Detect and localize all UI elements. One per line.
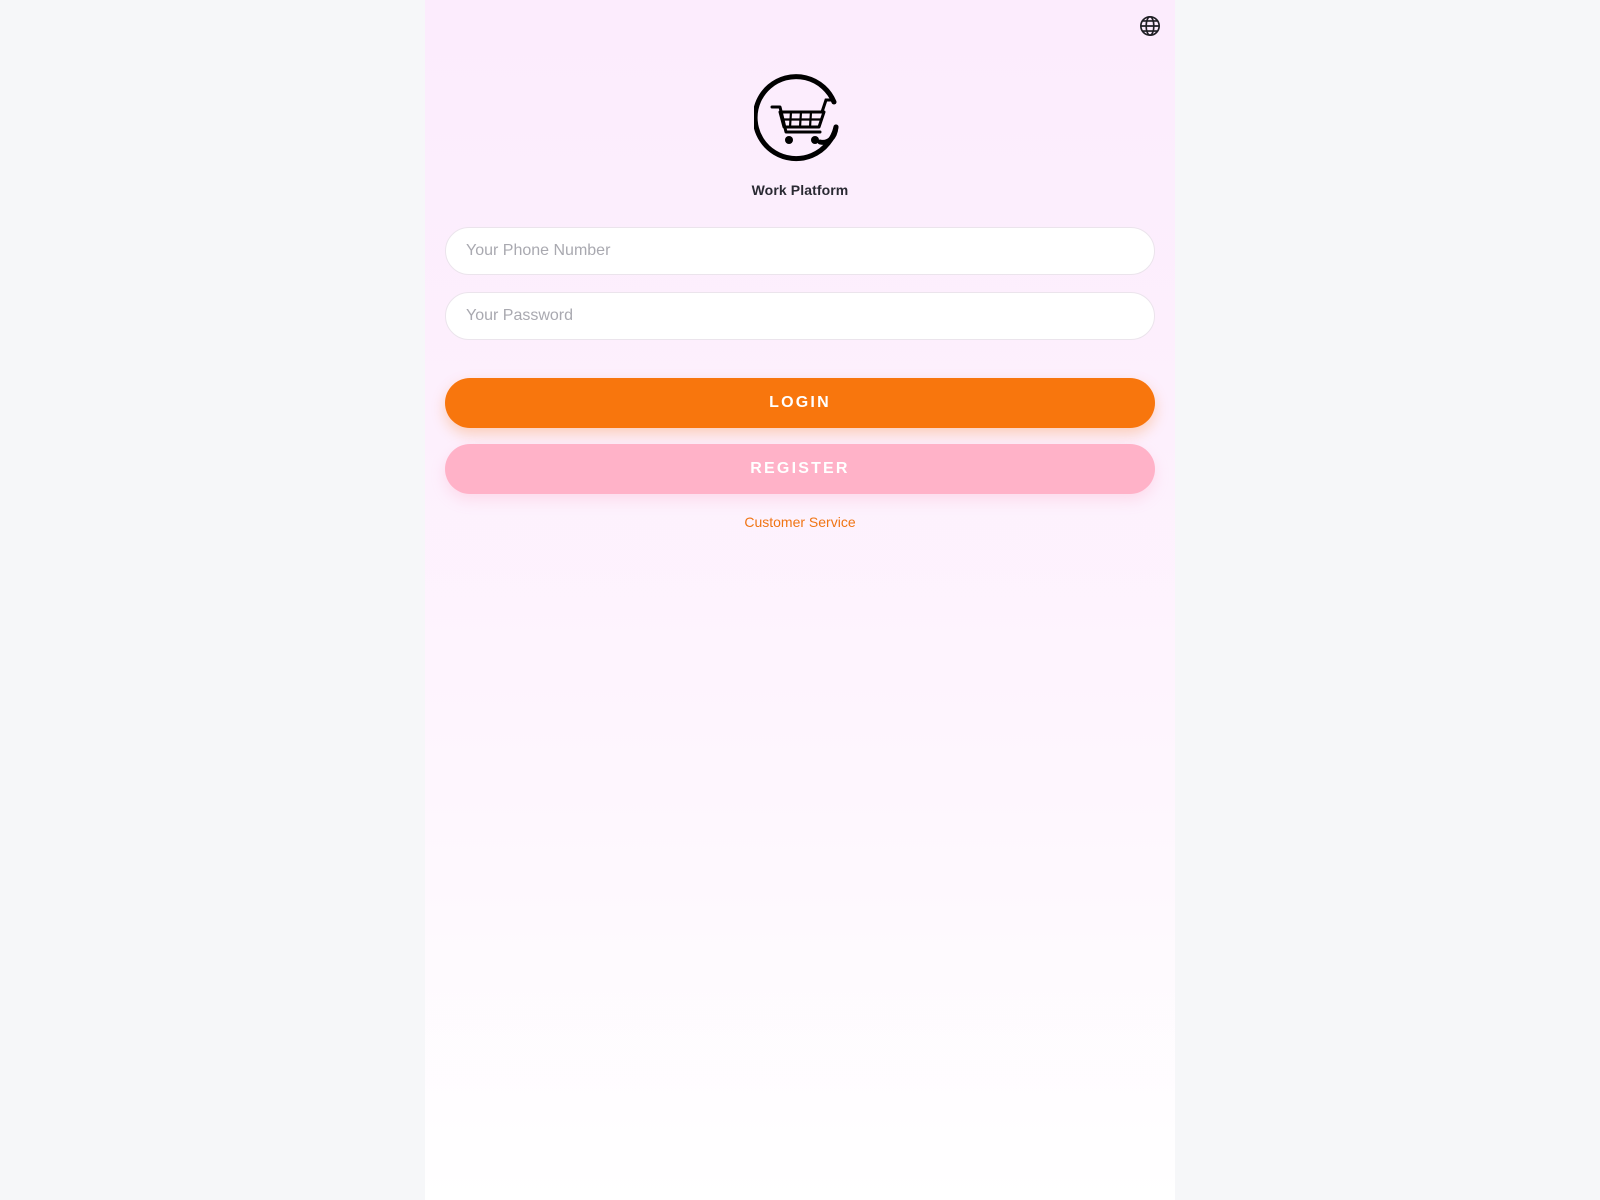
brand-block: Work Platform (425, 72, 1175, 198)
globe-icon (1140, 16, 1160, 36)
login-button[interactable]: LOGIN (445, 378, 1155, 428)
language-button[interactable] (1139, 15, 1161, 37)
login-page: Work Platform LOGIN REGISTER Customer Se… (425, 0, 1175, 1200)
password-input[interactable] (445, 292, 1155, 340)
shopping-cart-at-logo (754, 74, 839, 162)
brand-name: Work Platform (751, 182, 849, 198)
logo (754, 72, 846, 164)
phone-number-input[interactable] (445, 227, 1155, 275)
register-button[interactable]: REGISTER (445, 444, 1155, 494)
customer-service-link[interactable]: Customer Service (425, 514, 1175, 530)
